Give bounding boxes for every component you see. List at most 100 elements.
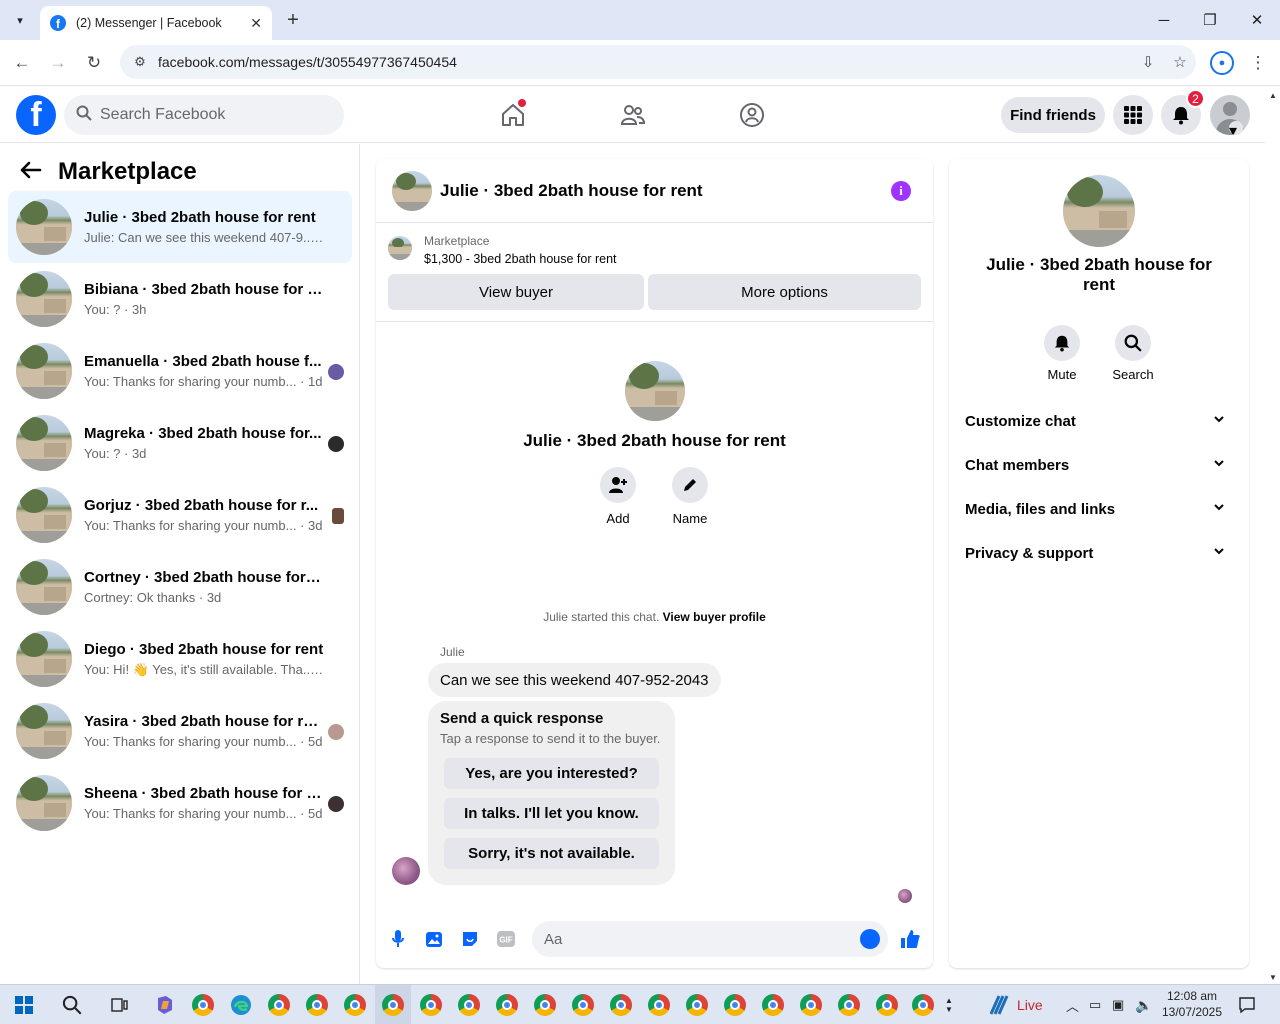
chrome-icon[interactable] [607,991,635,1019]
tab-search-button[interactable]: ▾ [8,8,32,32]
url-text[interactable]: facebook.com/messages/t/3055497736745045… [158,54,1132,70]
tab-close-icon[interactable]: ✕ [250,15,262,32]
chrome-icon[interactable] [909,991,937,1019]
address-bar[interactable]: ⚙ facebook.com/messages/t/30554977367450… [120,45,1196,79]
quick-reply-button[interactable]: Sorry, it's not available. [444,838,659,869]
sender-avatar[interactable] [392,857,420,885]
notifications-bell-icon[interactable]: 2 [1161,89,1205,135]
bookmark-star-icon[interactable]: ☆ [1164,53,1196,71]
chrome-icon[interactable] [873,991,901,1019]
conversation-item[interactable]: Julie · 3bed 2bath house for rent Julie: … [8,191,352,263]
volume-icon[interactable]: 🔈 [1135,985,1152,1024]
browser-profile-icon[interactable]: ● [1210,51,1234,75]
task-view-icon[interactable] [106,991,134,1019]
scroll-up-icon[interactable]: ▲ [1269,91,1277,100]
chrome-icon[interactable] [797,991,825,1019]
listing-price-title[interactable]: $1,300 - 3bed 2bath house for rent [424,252,617,266]
chrome-icon[interactable] [683,991,711,1019]
add-people-button[interactable]: Add [588,467,648,526]
conversation-item[interactable]: Bibiana · 3bed 2bath house for rent You: … [8,263,352,335]
windows-start-icon[interactable] [10,991,38,1019]
browser-tab[interactable]: f (2) Messenger | Facebook ✕ [40,6,272,40]
site-info-icon[interactable]: ⚙ [128,54,152,70]
conversation-name: Diego · 3bed 2bath house for rent [84,640,324,658]
microphone-icon[interactable] [386,927,410,951]
menu-grid-icon[interactable] [1113,95,1153,135]
edit-name-button[interactable]: Name [660,467,720,526]
notification-center-icon[interactable] [1238,985,1256,1024]
home-icon[interactable] [496,99,530,131]
close-window-icon[interactable]: ✕ [1234,0,1280,40]
chrome-icon[interactable] [455,991,483,1019]
install-app-icon[interactable]: ⇩ [1132,53,1164,71]
network-icon[interactable]: ▣ [1112,985,1124,1024]
search-icon[interactable] [58,991,86,1019]
thumbs-up-icon[interactable] [898,927,922,951]
conversation-item[interactable]: Cortney · 3bed 2bath house for rent Cortn… [8,551,352,623]
quick-reply-button[interactable]: Yes, are you interested? [444,758,659,789]
conversation-item[interactable]: Magreka · 3bed 2bath house for... You: ? … [8,407,352,479]
chrome-icon[interactable] [721,991,749,1019]
chrome-icon[interactable] [645,991,673,1019]
conversation-item[interactable]: Gorjuz · 3bed 2bath house for r... You: T… [8,479,352,551]
info-icon[interactable]: i [891,181,911,201]
forward-arrow-icon[interactable]: → [46,51,70,75]
back-arrow-icon[interactable] [20,159,42,185]
account-chevron-down-icon[interactable]: ▾ [1229,121,1243,135]
new-tab-button[interactable]: + [282,8,304,32]
copilot-icon[interactable] [151,991,179,1019]
chrome-icon[interactable] [265,991,293,1019]
emoji-icon[interactable] [860,929,880,949]
chrome-icon[interactable] [835,991,863,1019]
chrome-icon[interactable] [341,991,369,1019]
system-clock[interactable]: 12:08 am 13/07/2025 [1160,988,1224,1020]
message-field[interactable] [532,921,888,957]
back-arrow-icon[interactable]: ← [10,51,34,75]
conversation-item[interactable]: Yasira · 3bed 2bath house for rent You: T… [8,695,352,767]
sticker-icon[interactable] [458,927,482,951]
message-input[interactable] [544,930,844,948]
friends-icon[interactable] [616,99,650,131]
chat-header[interactable]: Julie · 3bed 2bath house for rent i [376,159,933,223]
minimize-window-icon[interactable]: ─ [1141,0,1187,40]
chrome-icon[interactable] [569,991,597,1019]
chrome-icon[interactable] [379,991,407,1019]
conversation-item[interactable]: Emanuella · 3bed 2bath house f... You: Th… [8,335,352,407]
chrome-icon[interactable] [531,991,559,1019]
gif-icon[interactable]: GIF [494,927,518,951]
media-files-links-section[interactable]: Media, files and links [957,487,1241,531]
incoming-message[interactable]: Can we see this weekend 407-952-2043 [428,663,721,697]
browser-menu-icon[interactable]: ⋮ [1248,51,1268,75]
search-in-chat-button[interactable]: Search [1103,325,1163,382]
more-options-button[interactable]: More options [648,274,921,310]
facebook-search[interactable] [64,95,344,135]
restore-window-icon[interactable]: ❐ [1187,0,1233,40]
scroll-down-icon[interactable]: ▼ [1269,973,1277,982]
photo-icon[interactable] [422,927,446,951]
chrome-icon[interactable] [417,991,445,1019]
find-friends-button[interactable]: Find friends [1001,97,1105,133]
chrome-icon[interactable] [303,991,331,1019]
page-scrollbar[interactable]: ▲ ▼ [1266,87,1280,984]
meet-now-icon[interactable]: ▭ [1089,985,1101,1024]
quick-reply-button[interactable]: In talks. I'll let you know. [444,798,659,829]
chrome-icon[interactable] [493,991,521,1019]
customize-chat-section[interactable]: Customize chat [957,399,1241,443]
weather-live-widget[interactable]: Live [985,985,1043,1024]
conversation-item[interactable]: Diego · 3bed 2bath house for rent You: Hi… [8,623,352,695]
show-hidden-icons-icon[interactable]: ︿ [1066,985,1079,1024]
view-buyer-button[interactable]: View buyer [388,274,644,310]
chrome-icon[interactable] [189,991,217,1019]
chrome-icon[interactable] [759,991,787,1019]
facebook-logo-icon[interactable]: f [16,95,56,135]
edge-icon[interactable] [227,991,255,1019]
mute-button[interactable]: Mute [1032,325,1092,382]
taskbar-overflow-arrows[interactable]: ▲ ▼ [943,985,955,1024]
view-buyer-profile-link[interactable]: View buyer profile [663,610,766,624]
reload-icon[interactable]: ↻ [82,51,106,75]
groups-icon[interactable] [735,99,769,131]
conversation-item[interactable]: Sheena · 3bed 2bath house for r... You: T… [8,767,352,839]
search-input[interactable] [100,106,320,124]
privacy-support-section[interactable]: Privacy & support [957,531,1241,575]
chat-members-section[interactable]: Chat members [957,443,1241,487]
